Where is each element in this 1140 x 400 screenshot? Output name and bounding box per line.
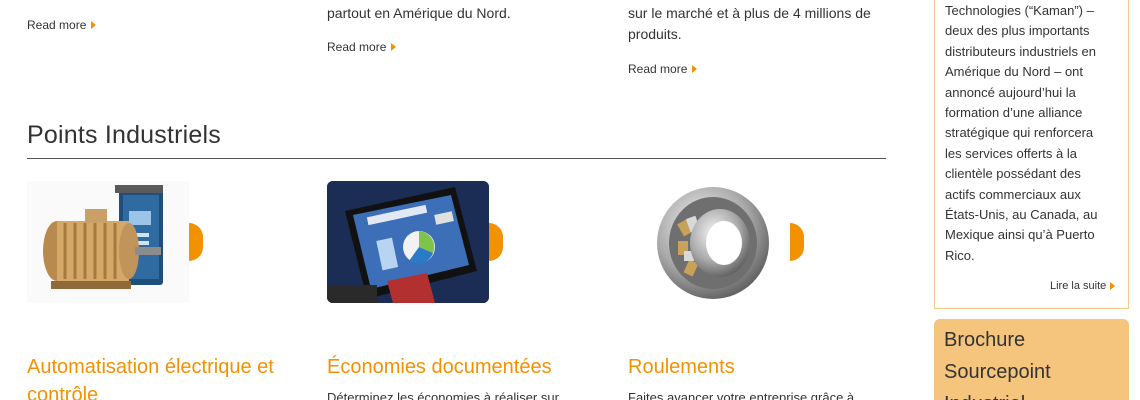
brochure-title: Brochure Sourcepoint Industriel (944, 324, 1051, 400)
card-title-economies[interactable]: Économies documentées (327, 353, 597, 381)
news-line: actifs commerciaux aux (945, 186, 1081, 202)
news-line: formation d’une alliance (945, 105, 1083, 121)
arrow-right-icon (91, 21, 97, 29)
arrow-right-icon (1110, 282, 1116, 290)
news-line: clientèle possédant des (945, 166, 1081, 182)
brochure-line: Brochure (944, 329, 1026, 351)
read-more-label: Read more (628, 62, 688, 76)
card-arrow-icon[interactable] (189, 223, 203, 261)
read-more-label: Read more (327, 40, 387, 54)
arrow-right-icon (692, 65, 698, 73)
tablet-report-image[interactable] (327, 181, 489, 303)
section-title: Points Industriels (27, 121, 221, 149)
read-more-link-1[interactable]: Read more (27, 18, 97, 32)
card-arrow-icon[interactable] (790, 223, 804, 261)
card-title-automatisation[interactable]: Automatisation électrique et contrôle (27, 353, 297, 400)
news-line: annoncé aujourd’hui la (945, 84, 1076, 100)
news-line: deux des plus importants (945, 23, 1090, 39)
card-desc-economies: Déterminez les économies à réaliser sur (327, 390, 559, 400)
bearing-image[interactable] (628, 181, 790, 303)
sidebar-news-box: Technologies (“Kaman”) – deux des plus i… (934, 0, 1129, 309)
read-more-link-3[interactable]: Read more (628, 62, 698, 76)
read-more-news-label: Lire la suite (1050, 280, 1107, 292)
read-more-link-2[interactable]: Read more (327, 40, 397, 54)
section-divider (27, 158, 886, 159)
column-2-text: partout en Amérique du Nord. (327, 5, 511, 21)
column-3-text: sur le marché et à plus de 4 millions de… (628, 5, 871, 42)
news-line: États-Unis, au Canada, au (945, 207, 1098, 223)
motor-drive-image[interactable] (27, 181, 189, 303)
card-title-roulements[interactable]: Roulements (628, 353, 898, 381)
card-desc-roulements: Faites avancer votre entreprise grâce à (628, 390, 855, 400)
card-arrow-icon[interactable] (489, 223, 503, 261)
news-line: distributeurs industriels en (945, 43, 1097, 59)
brochure-line: Sourcepoint (944, 361, 1051, 383)
brochure-panel[interactable]: Brochure Sourcepoint Industriel (934, 319, 1129, 400)
news-line: Amérique du Nord – ont (945, 64, 1084, 80)
news-line: stratégique qui renforcera (945, 125, 1094, 141)
news-line: Mexique ainsi qu’à Puerto (945, 227, 1095, 243)
news-line: Rico. (945, 247, 975, 263)
news-line: les services offerts à la (945, 145, 1077, 161)
brochure-line: Industriel (944, 388, 1051, 400)
news-line: Technologies (“Kaman”) – (945, 3, 1094, 18)
read-more-label: Read more (27, 18, 87, 32)
arrow-right-icon (391, 43, 397, 51)
read-more-news-link[interactable]: Lire la suite (1050, 280, 1116, 292)
sidebar-news-text: Technologies (“Kaman”) – deux des plus i… (945, 1, 1125, 266)
